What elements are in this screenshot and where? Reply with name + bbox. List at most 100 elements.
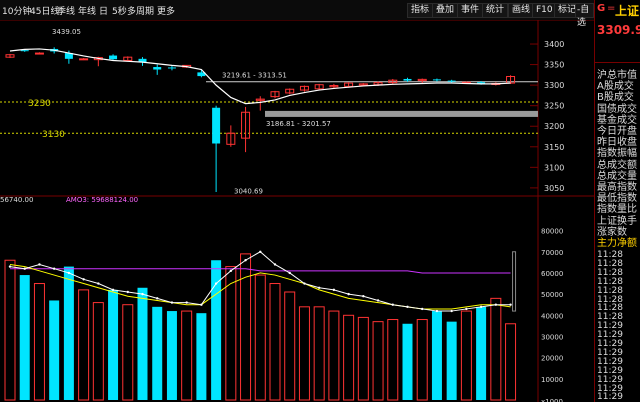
volume-bar (284, 291, 296, 401)
candle-body (447, 80, 456, 82)
volume-bar (269, 283, 281, 401)
annotation: 3219.61 - 3313.51 (222, 72, 287, 80)
stats-button[interactable]: 统计 (482, 3, 509, 18)
volume-tick-label: 80000 (541, 228, 563, 236)
price-tick-label: 3100 (544, 163, 564, 172)
volume-ma-dot (214, 282, 218, 285)
volume-ma-dot (376, 299, 380, 302)
volume-ma-dot (8, 265, 12, 268)
annotation: 3040.69 (234, 188, 263, 196)
price-tick-label: 3150 (544, 143, 564, 152)
divider (594, 62, 640, 63)
candle-body (212, 107, 221, 144)
annotation: 3186.81 - 3201.57 (266, 120, 331, 128)
draw-button[interactable]: 画线 (508, 3, 535, 18)
event-button[interactable]: 事件 (457, 3, 484, 18)
volume-bar (152, 306, 163, 400)
volume-bar (387, 319, 399, 401)
candle-body (153, 67, 162, 70)
crosshair-marker (512, 251, 517, 312)
volume-ma-dot (229, 269, 233, 273)
candle-body (432, 79, 441, 81)
volume-bar (33, 283, 45, 401)
volume-tick-label: x1000 (541, 398, 563, 402)
app-window: 10分钟 45日线 季线 年线 日 5秒 多周期 更多 指标 叠加 事件 统计 … (0, 0, 640, 402)
volume-bar (254, 274, 266, 401)
amo-legend: AMO3: 59688124.00 (66, 196, 138, 204)
price-tick-label: 3400 (544, 40, 564, 49)
volume-bar (49, 300, 60, 400)
volume-bar (402, 323, 413, 400)
tab-more[interactable]: 更多 (157, 4, 175, 17)
volume-ma-dot (200, 303, 203, 306)
f10-button[interactable]: F10 (532, 3, 557, 18)
candle-body (167, 67, 176, 69)
tab-5sec[interactable]: 5秒 (112, 4, 127, 17)
candle-body (403, 78, 412, 81)
volume-ma-dot (156, 297, 159, 300)
tab-multi-period[interactable]: 多周期 (127, 4, 154, 17)
price-tick-label: 3200 (544, 122, 564, 131)
volume-tick-label: 10000 (541, 376, 563, 384)
tick-time: 11:29 (597, 392, 623, 402)
add-watchlist-button[interactable]: -自选 (575, 3, 594, 28)
volume-bar (181, 310, 193, 401)
volume-ma-white (9, 251, 511, 312)
index-price: 3309.95 (597, 23, 640, 37)
volume-bar (78, 289, 90, 401)
volume-ma-dot (317, 286, 321, 289)
volume-tick-label: 50000 (541, 291, 563, 299)
tab-45-day[interactable]: 45日线 (30, 4, 59, 17)
volume-bar (4, 259, 16, 401)
volume-ma-dot (52, 267, 56, 270)
toolbar: 10分钟 45日线 季线 年线 日 5秒 多周期 更多 指标 叠加 事件 统计 … (0, 0, 594, 28)
volume-ma-dot (67, 271, 71, 275)
candle-body (109, 55, 118, 60)
volume-ma-dot (391, 303, 394, 306)
volume-bar (122, 304, 134, 401)
volume-tick-label: 60000 (541, 270, 563, 278)
volume-ma-dot (288, 271, 291, 275)
volume-bar (92, 302, 104, 401)
annotation: 3439.05 (52, 28, 81, 36)
volume-ma-dot (126, 290, 129, 294)
volume-tick-label: 30000 (541, 333, 563, 341)
price-tick-label: 3350 (544, 61, 564, 70)
tab-quarter[interactable]: 季线 (57, 4, 75, 17)
kline-chart[interactable]: 3400 3350 3300 3250 3200 3150 3100 3050 3230 3130… (0, 20, 594, 402)
volume-ma-dot (23, 267, 26, 270)
overlay-button[interactable]: 叠加 (432, 3, 459, 18)
volume-ma-dot (465, 307, 468, 311)
volume-bar (476, 306, 487, 400)
range-marker-bar (265, 110, 538, 117)
g-icon[interactable]: G (597, 3, 605, 14)
volume-bar (137, 287, 148, 400)
volume-ma-dot (332, 288, 336, 292)
indicator-button[interactable]: 指标 (407, 3, 434, 18)
volume-ma-purple (10, 268, 511, 274)
volume-ma-dot (82, 278, 85, 281)
volume-bar (108, 289, 119, 400)
volume-bar (460, 310, 472, 401)
volume-bar (196, 313, 207, 400)
index-title: 上证 (615, 4, 640, 18)
volume-ma-dot (509, 303, 512, 306)
candle-body (20, 50, 29, 52)
volume-ma-dot (141, 292, 144, 296)
volume-ma-dot (450, 309, 453, 313)
quote-sidebar: G = 上证 3309.95 沪总市值A股成交B股成交国债成交基金成交今日开盘昨… (594, 0, 640, 402)
volume-tick-label: 40000 (541, 312, 563, 320)
volume-ma-dot (362, 295, 365, 298)
volume-bar (328, 310, 340, 401)
volume-bar (19, 275, 30, 400)
tab-day[interactable]: 日 (99, 4, 108, 17)
volume-bar (357, 316, 369, 401)
volume-bar (166, 311, 177, 400)
volume-bar (372, 321, 384, 401)
tab-period-10min[interactable]: 10分钟 (2, 4, 31, 17)
volume-ma-dot (435, 309, 439, 313)
tab-year[interactable]: 年线 (78, 4, 96, 17)
volume-ma-dot (259, 250, 262, 253)
volume-bar (490, 297, 502, 401)
volume-ma-dot (185, 301, 188, 304)
